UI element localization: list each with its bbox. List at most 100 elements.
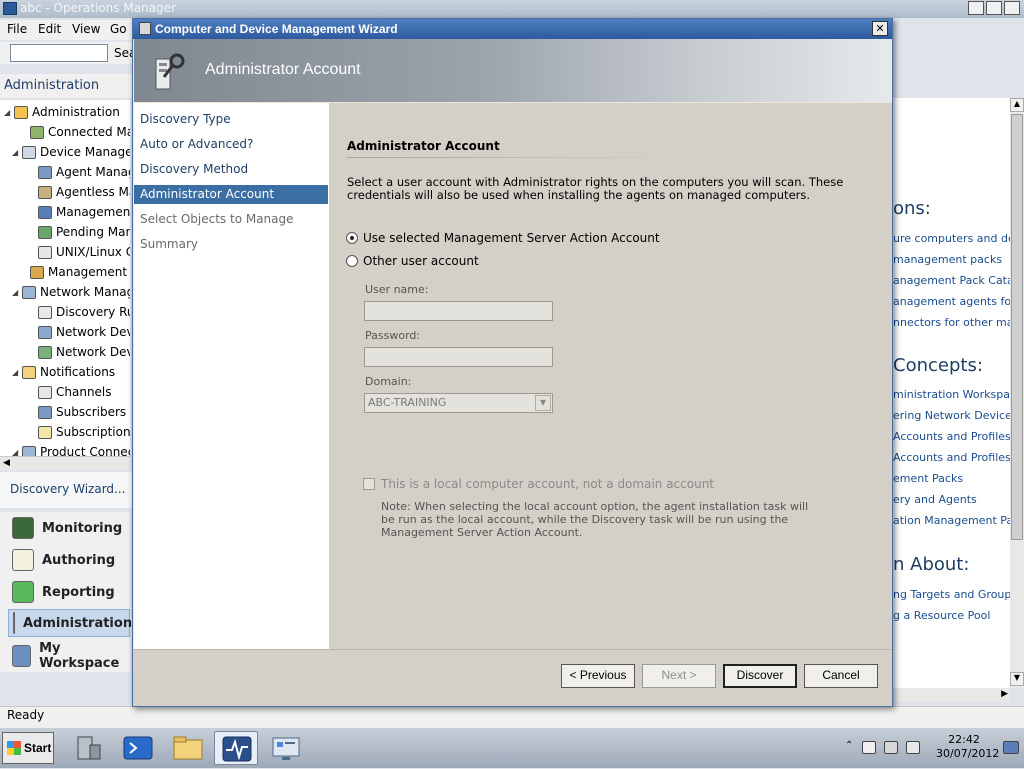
right-pane-vertical-scrollbar[interactable]: ▲ ▼ [1010, 98, 1024, 688]
start-button[interactable]: Start [2, 732, 54, 764]
collapse-icon[interactable]: ◢ [12, 368, 22, 377]
status-text: Ready [7, 708, 45, 722]
powershell-icon[interactable] [116, 731, 160, 765]
explorer-icon[interactable] [166, 731, 210, 765]
wunderbar-monitoring[interactable]: Monitoring [8, 514, 130, 542]
search-input[interactable] [10, 44, 108, 62]
checkbox-icon[interactable] [363, 478, 375, 490]
scroll-right-icon[interactable]: ▶ [1001, 689, 1008, 699]
wunderbar-reporting[interactable]: Reporting [8, 578, 130, 606]
network-icon[interactable] [884, 741, 898, 754]
pane-link[interactable]: ministration Workspac [893, 388, 1010, 401]
step-discovery-type[interactable]: Discovery Type [134, 110, 328, 129]
tree-item-agentless-managed[interactable]: Agentless Managed [28, 182, 130, 202]
pane-link[interactable]: ering Network Devices [893, 409, 1010, 422]
collapse-icon[interactable]: ◢ [12, 288, 22, 297]
wunderbar-authoring[interactable]: Authoring [8, 546, 130, 574]
step-summary: Summary [140, 237, 198, 251]
close-app-button[interactable]: ✕ [1004, 1, 1020, 15]
radio-other-account[interactable]: Other user account [346, 254, 479, 268]
operations-manager-taskbar-icon[interactable] [214, 731, 258, 765]
username-field[interactable] [364, 301, 553, 321]
menu-go[interactable]: Go [110, 22, 127, 36]
wunderbar-my-workspace[interactable]: My Workspace [8, 641, 130, 671]
tree-item-connected-management-groups[interactable]: Connected Management Groups [20, 122, 130, 142]
pane-link[interactable]: anagement agents for c [893, 295, 1010, 308]
step-administrator-account[interactable]: Administrator Account [134, 185, 328, 204]
tree-item-channels[interactable]: Channels [28, 382, 112, 402]
pane-link[interactable]: ure computers and dev [893, 232, 1010, 245]
tree-item-network-devices-pending[interactable]: Network Devices Pending Management [28, 342, 130, 362]
flag-icon[interactable] [862, 741, 876, 754]
radio-checked-icon[interactable] [346, 232, 358, 244]
step-discovery-method[interactable]: Discovery Method [134, 160, 328, 179]
tree-item-pending-management[interactable]: Pending Management [28, 222, 130, 242]
pane-link[interactable]: Accounts and Profiles f [893, 451, 1010, 464]
radio-unchecked-icon[interactable] [346, 255, 358, 267]
tree-item-subscribers[interactable]: Subscribers [28, 402, 126, 422]
discover-button[interactable]: Discover [723, 664, 797, 688]
tree-item-network-management[interactable]: ◢ Network Management [12, 282, 130, 302]
network-devices-pending-icon [38, 345, 52, 359]
collapse-icon[interactable]: ◢ [12, 148, 22, 157]
chevron-up-icon[interactable]: ⌃ [845, 740, 853, 751]
server-manager-icon[interactable] [66, 731, 110, 765]
local-account-checkbox[interactable]: This is a local computer account, not a … [363, 477, 714, 491]
tree-item-product-connectors[interactable]: ◢ Product Connectors [12, 442, 130, 456]
tree-item-network-devices[interactable]: Network Devices [28, 322, 130, 342]
pane-link[interactable]: ation Management Pack [893, 514, 1010, 527]
action-link-area: Discovery Wizard... [0, 472, 135, 508]
tree-item-label: UNIX/Linux Computers [56, 245, 130, 259]
pane-link[interactable]: Accounts and Profiles [893, 430, 1010, 443]
tree-item-notifications[interactable]: ◢ Notifications [12, 362, 115, 382]
tree-item-discovery-rules[interactable]: Discovery Rules [28, 302, 130, 322]
pane-link[interactable]: g a Resource Pool [893, 609, 990, 622]
tree-item-subscriptions[interactable]: Subscriptions [28, 422, 130, 442]
chevron-down-icon[interactable]: ▼ [535, 395, 551, 411]
tree-item-management-servers[interactable]: Management Servers [28, 202, 130, 222]
radio-label: Other user account [363, 254, 479, 268]
pane-link[interactable]: nnectors for other man [893, 316, 1010, 329]
pane-link[interactable]: management packs [893, 253, 1002, 266]
menu-file[interactable]: File [7, 22, 27, 36]
maximize-button[interactable]: ❐ [986, 1, 1002, 15]
collapse-icon[interactable]: ◢ [12, 448, 22, 457]
password-field[interactable] [364, 347, 553, 367]
heading-divider [347, 157, 683, 158]
right-pane-horizontal-scrollbar[interactable]: ▶ [893, 688, 1010, 702]
tree-item-label: Channels [56, 385, 112, 399]
minimize-button[interactable]: _ [968, 1, 984, 15]
step-auto-or-advanced[interactable]: Auto or Advanced? [134, 135, 328, 154]
menu-view[interactable]: View [72, 22, 100, 36]
scroll-down-icon[interactable]: ▼ [1010, 672, 1024, 686]
tree-horizontal-scrollbar[interactable]: ◀ [0, 456, 130, 470]
pane-link[interactable]: ng Targets and Groups [893, 588, 1010, 601]
pane-link[interactable]: ery and Agents [893, 493, 977, 506]
pane-link[interactable]: anagement Pack Catal [893, 274, 1010, 287]
volume-muted-icon[interactable] [906, 741, 920, 754]
scroll-left-icon[interactable]: ◀ [3, 458, 10, 468]
scroll-thumb[interactable] [1011, 114, 1023, 540]
cancel-button[interactable]: Cancel [804, 664, 878, 688]
tree-item-administration[interactable]: ◢ Administration [4, 102, 120, 122]
collapse-icon[interactable]: ◢ [4, 108, 14, 117]
scroll-up-icon[interactable]: ▲ [1010, 98, 1024, 112]
reporting-icon [12, 581, 34, 603]
show-desktop-icon[interactable] [1003, 741, 1019, 754]
menu-edit[interactable]: Edit [38, 22, 61, 36]
wunderbar-label: My Workspace [39, 641, 120, 671]
remote-desktop-icon[interactable] [264, 731, 308, 765]
wunderbar-administration[interactable]: Administration [8, 609, 132, 637]
tree-item-agent-managed[interactable]: Agent Managed [28, 162, 130, 182]
domain-select[interactable]: ABC-TRAINING ▼ [364, 393, 553, 413]
unix-linux-icon [38, 245, 52, 259]
previous-button[interactable]: < Previous [561, 664, 635, 688]
tree-item-device-management[interactable]: ◢ Device Management [12, 142, 130, 162]
tree-item-unix-linux-computers[interactable]: UNIX/Linux Computers [28, 242, 130, 262]
close-icon[interactable]: ✕ [872, 21, 888, 36]
tree-item-management-packs[interactable]: Management Packs [20, 262, 130, 282]
radio-action-account[interactable]: Use selected Management Server Action Ac… [346, 231, 660, 245]
pane-link[interactable]: ement Packs [893, 472, 963, 485]
discovery-wizard-link[interactable]: Discovery Wizard... [10, 482, 125, 496]
clock[interactable]: 22:42 30/07/2012 [936, 733, 999, 761]
